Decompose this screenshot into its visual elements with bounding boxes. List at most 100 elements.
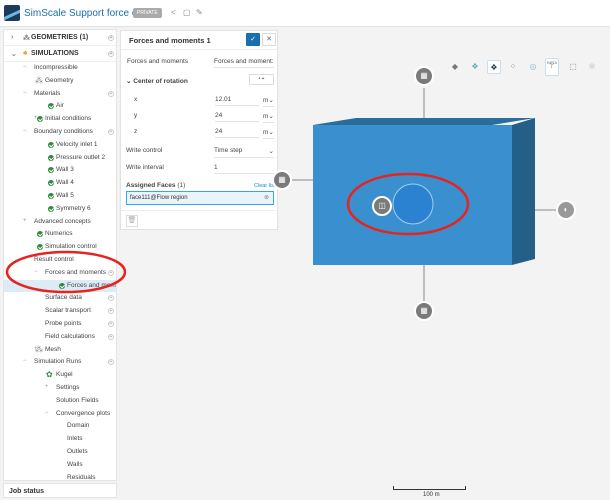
confirm-button[interactable]: ✓ <box>246 33 260 46</box>
tree-item-label: Scalar transport <box>45 307 91 315</box>
add-icon[interactable]: + <box>108 333 114 340</box>
share-icon[interactable]: < <box>171 8 176 17</box>
check-icon <box>37 231 43 238</box>
annotation-overlay <box>5 250 127 294</box>
add-icon[interactable]: + <box>108 308 114 315</box>
tree-item[interactable]: − Boundary conditions + <box>4 126 116 138</box>
remove-face-icon[interactable]: ⊗ <box>264 194 269 201</box>
type-select[interactable]: Forces and moment: <box>214 58 274 68</box>
tree-item[interactable]: − Convergence plots <box>4 408 116 420</box>
assigned-face-item[interactable]: face111@Flow region ⊗ <box>126 191 274 205</box>
tree-item[interactable]: Inlets <box>4 433 116 445</box>
ball-face <box>392 183 434 225</box>
top-view-icon[interactable]: ▦ <box>414 66 434 86</box>
tree-item[interactable]: Velocity inlet 1 <box>4 139 116 151</box>
add-icon[interactable]: + <box>108 129 114 135</box>
tree-item-label: Symmetry 6 <box>56 204 91 212</box>
tree-item[interactable]: Solution Fields <box>4 395 116 407</box>
tree-item[interactable]: − ✿ Kugel <box>4 369 116 381</box>
add-geometry-icon[interactable]: + <box>108 35 114 41</box>
tree-item-label: Wall 3 <box>56 166 74 174</box>
tree-item[interactable]: − Simulation Runs + <box>4 356 116 368</box>
collapse-icon[interactable]: − <box>23 64 27 70</box>
tree-item[interactable]: − Incompressible <box>4 62 116 74</box>
right-view-icon[interactable]: ◐ <box>556 200 576 220</box>
tree-item[interactable]: Wall 4 <box>4 177 116 189</box>
write-interval-input[interactable]: 1 <box>214 164 274 174</box>
add-icon[interactable]: + <box>108 90 114 97</box>
tree-item[interactable]: + Settings <box>4 382 116 394</box>
simulations-section[interactable]: ⌄ ♣ SIMULATIONS + <box>4 46 116 62</box>
face-name: face111@Flow region <box>130 195 188 201</box>
tree-item[interactable]: Symmetry 6 <box>4 203 116 215</box>
edit-icon[interactable]: ✎ <box>196 8 203 17</box>
simscale-logo <box>4 5 20 21</box>
z-unit-select[interactable]: m⌄ <box>263 128 275 139</box>
geometry-icon: ⁂ <box>23 35 30 42</box>
expand-icon[interactable]: + <box>45 384 49 390</box>
tree-item-label: Kugel <box>56 371 73 379</box>
y-label: y <box>134 112 138 119</box>
delete-icon[interactable]: 🗑 <box>126 215 138 227</box>
tree-item[interactable]: Outlets <box>4 446 116 458</box>
front-view-icon[interactable]: ◫ <box>372 196 392 216</box>
y-unit-select[interactable]: m⌄ <box>263 112 275 123</box>
tree-item[interactable]: Scalar transport + <box>4 305 116 317</box>
3d-viewport[interactable]: ◆ ❖ ❖ ⁘ ◎ BETA ⫯ ⬚ ✻ ▦ ▦ ◐ ▦ ◫ 100 m <box>272 28 610 500</box>
assigned-faces-count: (1) <box>177 182 186 189</box>
collapse-icon[interactable]: − <box>23 128 27 134</box>
expand-icon[interactable]: + <box>23 218 27 224</box>
y-input[interactable]: 24 <box>215 112 259 122</box>
run-icon: ✿ <box>46 370 53 380</box>
bottom-view-icon[interactable]: ▦ <box>414 301 434 321</box>
tree-item[interactable]: Probe points + <box>4 318 116 330</box>
tree-item-label: Solution Fields <box>56 396 99 404</box>
tree-item[interactable]: Walls <box>4 459 116 471</box>
collapse-icon[interactable]: − <box>45 410 49 416</box>
x-input[interactable]: 12.01 <box>215 96 259 106</box>
x-unit-select[interactable]: m⌄ <box>263 96 275 107</box>
tree-item[interactable]: Air <box>4 100 116 112</box>
tree-item[interactable]: Wall 3 <box>4 164 116 176</box>
tree-item[interactable]: + Initial conditions <box>4 113 116 125</box>
panel-title: Forces and moments 1 <box>129 36 211 45</box>
write-control-select[interactable]: Time step ⌄ <box>214 147 274 158</box>
check-icon <box>48 103 54 110</box>
tree-item-label: Incompressible <box>34 64 78 71</box>
tree-item[interactable]: + Advanced concepts <box>4 216 116 228</box>
collapse-icon[interactable]: − <box>23 358 27 364</box>
tree-item[interactable]: ⁂ Geometry <box>4 75 116 87</box>
annotation-circle-forces <box>5 250 127 294</box>
copy-icon[interactable]: ▢ <box>183 8 191 17</box>
geometries-section[interactable]: › ⁂ GEOMETRIES (1) + <box>4 30 116 46</box>
tree-item[interactable]: − Materials + <box>4 88 116 100</box>
write-control-label: Write control <box>126 147 163 154</box>
tree-item-label: Numerics <box>45 230 73 238</box>
collapse-icon[interactable]: − <box>23 90 27 96</box>
check-icon <box>48 154 54 161</box>
tree-item[interactable]: + ⁂ Mesh <box>4 344 116 356</box>
unit-label: m <box>263 129 269 136</box>
tree-item-label: Simulation Runs <box>34 358 82 366</box>
type-label: Forces and moments <box>127 58 189 65</box>
tree-item-label: Domain <box>67 422 90 430</box>
tree-item-label: Pressure outlet 2 <box>56 153 106 161</box>
tree-item[interactable]: Pressure outlet 2 <box>4 152 116 164</box>
tree-item[interactable]: Numerics <box>4 228 116 240</box>
add-simulation-icon[interactable]: + <box>108 51 114 57</box>
tree-item[interactable]: Wall 5 <box>4 190 116 202</box>
z-input[interactable]: 24 <box>215 128 259 138</box>
tree-item[interactable]: Field calculations + <box>4 331 116 343</box>
tree-item[interactable]: Domain <box>4 420 116 432</box>
scale-label: 100 m <box>423 492 440 498</box>
left-view-icon[interactable]: ▦ <box>272 170 292 190</box>
pick-point-button[interactable]: • ⌖ <box>249 74 274 85</box>
close-button[interactable]: ✕ <box>262 33 276 46</box>
add-icon[interactable]: + <box>108 359 114 366</box>
job-status-bar[interactable]: Job status <box>3 483 117 498</box>
center-of-rotation-label: Center of rotation <box>133 78 188 85</box>
add-icon[interactable]: + <box>108 321 114 327</box>
center-of-rotation-toggle[interactable]: ⌄ Center of rotation <box>126 77 188 85</box>
tree-item-label: Air <box>56 102 64 110</box>
tree-item[interactable]: Residuals <box>4 472 116 480</box>
